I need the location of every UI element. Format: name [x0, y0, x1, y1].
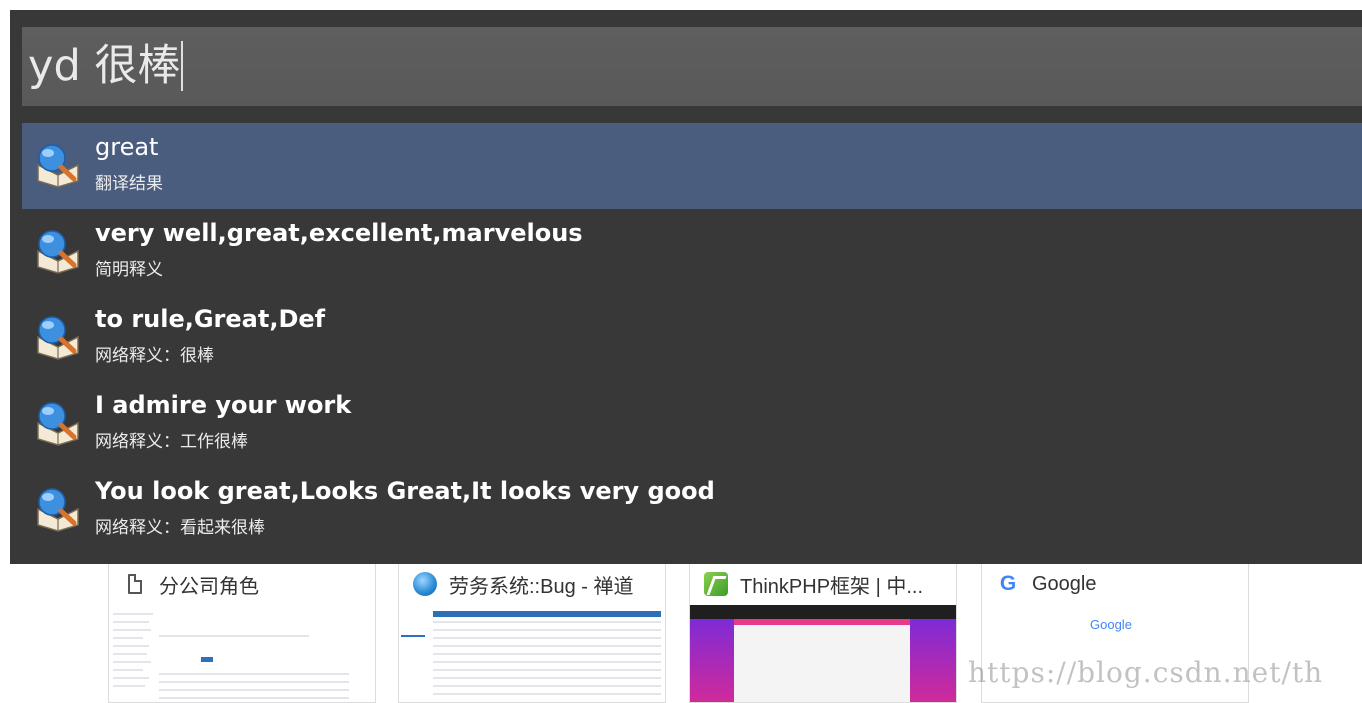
tile-header: 劳务系统::Bug - 禅道 — [399, 563, 665, 605]
dictionary-icon — [37, 488, 79, 532]
tile-title: Google — [1032, 572, 1097, 595]
screen: 分公司角色 劳务系统::Bug - 禅道 ThinkPHP框架 | 中... G… — [0, 0, 1362, 703]
dictionary-icon — [37, 316, 79, 360]
query-text: yd 很棒 — [28, 41, 181, 91]
tile-thumbnail — [109, 605, 375, 702]
launcher-window: yd 很棒 great 翻译结果 very well,great,excelle… — [10, 10, 1362, 564]
result-item[interactable]: I admire your work 网络释义：工作很棒 — [22, 381, 1362, 467]
results-list: great 翻译结果 very well,great,excellent,mar… — [22, 123, 1362, 553]
tile-title: 分公司角色 — [159, 575, 259, 598]
result-title: very well,great,excellent,marvelous — [95, 219, 583, 247]
dictionary-icon — [37, 230, 79, 274]
tile-title: ThinkPHP框架 | 中... — [740, 575, 924, 598]
result-item[interactable]: to rule,Great,Def 网络释义：很棒 — [22, 295, 1362, 381]
tile-thumbnail — [399, 605, 665, 702]
tile-branch-role[interactable]: 分公司角色 — [108, 540, 376, 703]
result-item[interactable]: You look great,Looks Great,It looks very… — [22, 467, 1362, 553]
result-item[interactable]: great 翻译结果 — [22, 123, 1362, 209]
tile-bug-zentao[interactable]: 劳务系统::Bug - 禅道 — [398, 540, 666, 703]
result-subtitle: 网络释义：工作很棒 — [95, 432, 248, 452]
result-title: great — [95, 133, 159, 161]
globe-icon — [413, 572, 437, 596]
tile-thumbnail — [690, 605, 956, 702]
google-thumb-logo: Google — [1090, 617, 1132, 632]
tile-header: 分公司角色 — [109, 563, 375, 605]
thinkphp-icon — [704, 572, 728, 596]
watermark: https://blog.csdn.net/th — [968, 656, 1324, 689]
dictionary-icon — [37, 402, 79, 446]
query-input[interactable]: yd 很棒 — [22, 27, 1362, 106]
tile-title: 劳务系统::Bug - 禅道 — [449, 575, 634, 598]
result-subtitle: 网络释义：看起来很棒 — [95, 518, 265, 538]
text-caret — [181, 40, 184, 91]
result-item[interactable]: very well,great,excellent,marvelous 简明释义 — [22, 209, 1362, 295]
result-title: You look great,Looks Great,It looks very… — [95, 477, 715, 505]
result-title: to rule,Great,Def — [95, 305, 326, 333]
result-subtitle: 翻译结果 — [95, 174, 163, 194]
dictionary-icon — [37, 144, 79, 188]
google-icon: G — [999, 572, 1017, 595]
tile-header: G Google — [982, 563, 1248, 605]
tile-header: ThinkPHP框架 | 中... — [690, 563, 956, 605]
tile-thinkphp[interactable]: ThinkPHP框架 | 中... — [689, 540, 957, 703]
result-subtitle: 简明释义 — [95, 260, 163, 280]
document-icon — [123, 572, 147, 596]
result-title: I admire your work — [95, 391, 352, 419]
result-subtitle: 网络释义：很棒 — [95, 346, 214, 366]
